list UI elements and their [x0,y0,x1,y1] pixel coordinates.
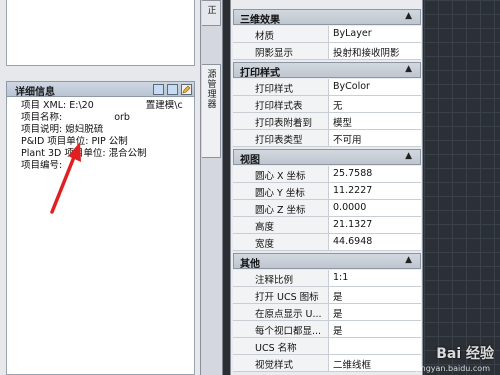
property-label: 每个视口都显... [233,321,329,337]
section-title: 三维效果 [240,15,280,26]
property-row[interactable]: 在原点显示 U... 是 [233,304,421,321]
details-panel: 详细信息 项目 XML: E:\20 置建模\c 项目名称: orb 项目说明: 媳… [0,0,201,375]
property-value[interactable]: 44.6948 [329,234,421,250]
property-row[interactable]: 打印样式 ByColor [233,79,421,96]
property-label: 在原点显示 U... [233,304,329,320]
property-label: 阴影显示 [233,43,329,59]
collapse-arrow-icon[interactable]: ▲ [405,255,412,265]
property-value[interactable]: 二维线框 [329,355,421,371]
property-value[interactable]: 投射和接收阴影 [329,43,421,59]
property-value[interactable]: 不可用 [329,130,421,146]
property-row[interactable]: 圆心 Z 坐标 0.0000 [233,200,421,217]
property-label: 视觉样式 [233,355,329,371]
property-row[interactable]: 材质 ByLayer [233,26,421,43]
property-label: 高度 [233,217,329,233]
property-value[interactable]: 1:1 [329,270,421,286]
property-value[interactable]: 21.1327 [329,217,421,233]
collapse-arrow-icon[interactable]: ▲ [405,64,412,74]
property-value[interactable]: 模型 [329,113,421,129]
property-label: 宽度 [233,234,329,250]
property-value[interactable]: 是 [329,304,421,320]
property-row[interactable]: 打印表类型 不可用 [233,130,421,147]
property-row[interactable]: 打印样式表无 [233,96,421,113]
property-value[interactable]: 11.2227 [329,183,421,199]
section-header[interactable]: 视图 ▲ [233,149,421,166]
property-label: 打开 UCS 图标 [233,287,329,303]
detail-description: 项目说明: 媳妇脱硫 [21,124,104,135]
view-toggle-icon[interactable] [153,84,164,95]
properties-palette: 三维效果 ▲ 材质 ByLayer 阴影显示 投射和接收阴影 打印样式 ▲ 打印样式 ByColo… [230,0,423,375]
property-row[interactable]: 圆心 X 坐标 25.7588 [233,166,421,183]
property-row[interactable]: 高度 21.1327 [233,217,421,234]
property-label: 圆心 X 坐标 [233,166,329,182]
section-title: 其他 [240,259,260,270]
section-title: 打印样式 [240,68,280,79]
property-value[interactable]: 0.0000 [329,200,421,216]
details-header: 详细信息 [6,81,195,98]
tab-details[interactable]: 正 [202,0,221,26]
section-title: 视图 [240,155,260,166]
edit-icon[interactable] [181,84,192,95]
red-arrow-annotation [50,142,81,214]
watermark-logo: Bai 经验 [436,346,494,362]
property-row[interactable]: 注释比例 1:1 [233,270,421,287]
property-label: 打印表附着到 [233,113,329,129]
property-row[interactable]: 宽度 44.6948 [233,234,421,251]
property-label: 圆心 Y 坐标 [233,183,329,199]
details-body: 项目 XML: E:\20 置建模\c 项目名称: orb 项目说明: 媳妇脱硫 P… [6,97,195,375]
detail-xml: 项目 XML: E:\20 置建模\c [21,100,183,111]
property-value[interactable]: 无 [329,96,421,112]
property-label: 注释比例 [233,270,329,286]
section-header[interactable]: 打印样式 ▲ [233,62,421,79]
property-label: UCS 名称 [233,338,329,354]
collapse-arrow-icon[interactable]: ▲ [405,151,412,161]
property-value[interactable]: ByLayer [329,26,421,42]
property-label: 圆心 Z 坐标 [233,200,329,216]
section-header[interactable]: 三维效果 ▲ [233,9,421,26]
property-row[interactable]: UCS 名称 [233,338,421,355]
property-value[interactable] [329,338,421,354]
collapse-arrow-icon[interactable]: ▲ [405,11,412,21]
property-value[interactable]: ByColor [329,79,421,95]
property-value[interactable]: 是 [329,321,421,337]
preview-area [6,0,195,66]
property-row[interactable]: 打印表附着到 模型 [233,113,421,130]
property-row[interactable]: 阴影显示 投射和接收阴影 [233,43,421,60]
property-label: 材质 [233,26,329,42]
section-header[interactable]: 其他 ▲ [233,253,421,270]
tab-source-manager[interactable]: 源管理器 [202,64,221,158]
property-label: 打印样式表 [233,96,329,112]
property-row[interactable]: 圆心 Y 坐标 11.2227 [233,183,421,200]
property-row[interactable]: 视觉样式 二维线框 [233,355,421,372]
property-label: 打印表类型 [233,130,329,146]
property-value[interactable]: 是 [329,287,421,303]
property-row[interactable]: 每个视口都显... 是 [233,321,421,338]
property-label: 打印样式 [233,79,329,95]
property-row[interactable]: 打开 UCS 图标是 [233,287,421,304]
layout-toggle-icon[interactable] [167,84,178,95]
watermark-url: jingyan.baidu.com [416,364,490,373]
detail-name: 项目名称: orb [21,112,130,123]
property-value[interactable]: 25.7588 [329,166,421,182]
vertical-tab-strip: 正 源管理器 [201,0,223,375]
drawing-viewport[interactable]: Bai 经验 jingyan.baidu.com [416,0,500,375]
